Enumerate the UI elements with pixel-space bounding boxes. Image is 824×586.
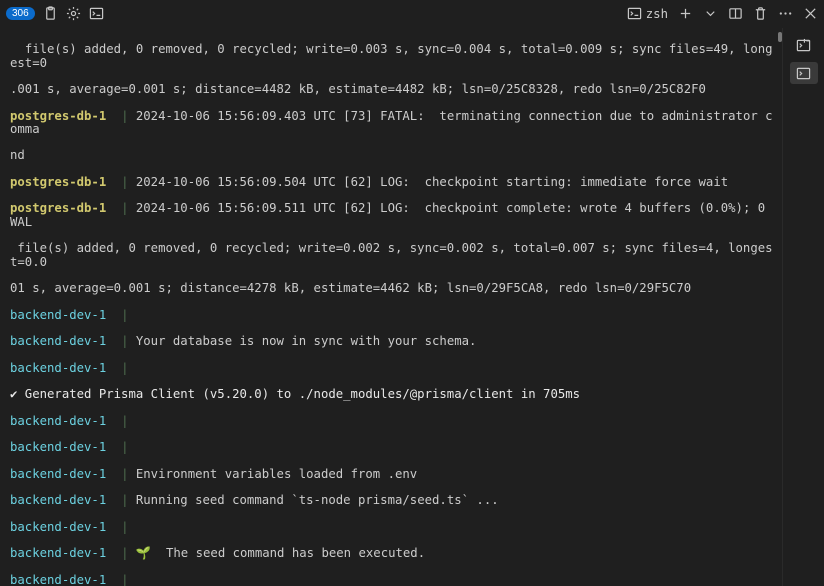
more-icon[interactable]	[778, 6, 793, 21]
active-terminal-label[interactable]: zsh	[627, 6, 668, 21]
clipboard-icon[interactable]	[43, 6, 58, 21]
new-terminal-icon[interactable]	[678, 6, 693, 21]
side-terminal-1-icon[interactable]	[790, 34, 818, 56]
trash-icon[interactable]	[753, 6, 768, 21]
split-terminal-icon[interactable]	[728, 6, 743, 21]
close-icon[interactable]	[803, 6, 818, 21]
notification-badge[interactable]: 306	[6, 7, 35, 20]
chevron-down-icon[interactable]	[703, 6, 718, 21]
side-terminal-2-icon[interactable]	[790, 62, 818, 84]
terminal-shell-name: zsh	[646, 7, 668, 21]
terminal-output: file(s) added, 0 removed, 0 recycled; wr…	[0, 28, 782, 586]
gear-icon[interactable]	[66, 6, 81, 21]
terminal-pane[interactable]: file(s) added, 0 removed, 0 recycled; wr…	[0, 28, 782, 586]
terminal-side-tabs	[782, 28, 824, 586]
terminal-icon[interactable]	[89, 6, 104, 21]
titlebar: 306 zsh	[0, 0, 824, 28]
